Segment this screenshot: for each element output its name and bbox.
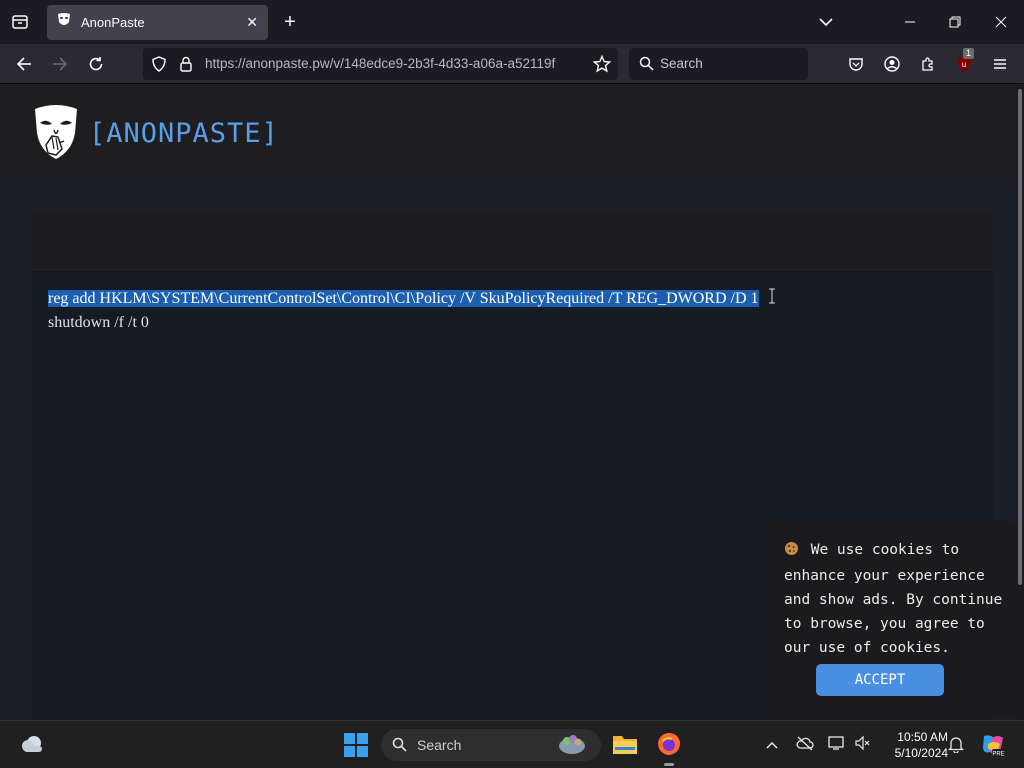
navigation-toolbar: https://anonpaste.pw/v/148edce9-2b3f-4d3… xyxy=(0,44,1024,84)
firefox-taskbar-icon[interactable] xyxy=(656,731,682,762)
new-tab-icon[interactable]: + xyxy=(280,11,300,33)
ublock-origin-icon[interactable]: u 1 xyxy=(954,48,975,74)
search-highlight-bowl-icon xyxy=(557,731,587,764)
taskbar-clock[interactable]: 10:50 AM 5/10/2024 xyxy=(878,729,948,761)
lock-icon[interactable] xyxy=(179,56,193,77)
cookie-message: We use cookies to enhance your experienc… xyxy=(784,538,1012,660)
pocket-icon[interactable] xyxy=(846,54,866,74)
cookie-message-text: We use cookies to enhance your experienc… xyxy=(784,542,1003,656)
list-all-tabs-chevron-down-icon[interactable] xyxy=(816,12,836,32)
text-cursor-ibeam-icon xyxy=(768,288,776,309)
tab-anonpaste[interactable]: AnonPaste ✕ xyxy=(47,5,268,40)
paste-content[interactable]: reg add HKLM\SYSTEM\CurrentControlSet\Co… xyxy=(48,287,759,335)
clock-date: 5/10/2024 xyxy=(894,746,948,760)
tracking-protection-shield-icon[interactable] xyxy=(151,56,167,77)
anonymous-mask-logo-icon[interactable] xyxy=(32,103,80,163)
reload-icon[interactable] xyxy=(86,54,106,74)
minimize-icon[interactable] xyxy=(900,12,920,32)
extension-badge: 1 xyxy=(963,48,975,59)
tab-overview-icon[interactable] xyxy=(10,12,30,32)
account-icon[interactable] xyxy=(882,54,902,74)
volume-muted-icon[interactable] xyxy=(854,735,870,756)
paste-line[interactable]: shutdown /f /t 0 xyxy=(48,314,149,331)
site-logo-text[interactable]: [ANONPASTE] xyxy=(89,118,279,149)
bookmark-star-icon[interactable] xyxy=(592,54,612,78)
close-window-icon[interactable] xyxy=(991,12,1011,32)
svg-text:u: u xyxy=(962,60,966,69)
cookie-icon xyxy=(784,540,802,564)
tab-close-icon[interactable]: ✕ xyxy=(246,14,258,31)
tray-chevron-up-icon[interactable] xyxy=(766,737,778,755)
site-header: [ANONPASTE] xyxy=(0,85,1016,181)
onedrive-cloud-offline-icon[interactable] xyxy=(796,735,814,756)
clock-time: 10:50 AM xyxy=(897,730,948,744)
windows-start-icon[interactable] xyxy=(344,733,368,762)
scrollbar-thumb[interactable] xyxy=(1018,89,1022,585)
extensions-puzzle-icon[interactable] xyxy=(918,54,938,74)
restore-window-icon[interactable] xyxy=(945,12,965,32)
accept-cookies-button[interactable]: ACCEPT xyxy=(816,664,944,696)
search-icon xyxy=(639,56,654,76)
copilot-pre-icon[interactable]: PRE xyxy=(980,732,1006,763)
search-input: Search xyxy=(660,56,703,71)
hamburger-menu-icon[interactable] xyxy=(990,54,1010,74)
file-explorer-folder-icon[interactable] xyxy=(612,733,638,760)
paste-toolbar xyxy=(32,213,993,270)
weather-cloud-icon[interactable] xyxy=(20,733,46,760)
search-bar[interactable]: Search xyxy=(629,48,808,80)
back-arrow-icon[interactable] xyxy=(14,54,34,74)
paste-line-selected[interactable]: reg add HKLM\SYSTEM\CurrentControlSet\Co… xyxy=(48,290,759,307)
taskbar-search-icon xyxy=(392,737,407,757)
forward-arrow-icon[interactable] xyxy=(50,54,70,74)
taskbar-search-label: Search xyxy=(417,737,462,753)
windows-taskbar: Search 10:50 AM 5/10/2024 PRE xyxy=(0,720,1024,768)
tab-favicon-mask-icon xyxy=(57,12,71,33)
tab-title: AnonPaste xyxy=(81,15,145,30)
network-monitor-icon[interactable] xyxy=(828,735,846,756)
svg-text:PRE: PRE xyxy=(992,752,1004,758)
url-text: https://anonpaste.pw/v/148edce9-2b3f-4d3… xyxy=(205,56,556,71)
notification-bell-icon[interactable] xyxy=(947,735,965,758)
address-bar[interactable]: https://anonpaste.pw/v/148edce9-2b3f-4d3… xyxy=(143,48,618,80)
tab-bar: AnonPaste ✕ + xyxy=(0,0,1024,44)
firefox-running-indicator xyxy=(664,763,674,766)
cookie-banner: We use cookies to enhance your experienc… xyxy=(768,520,1018,716)
taskbar-search-box[interactable]: Search xyxy=(381,729,601,761)
